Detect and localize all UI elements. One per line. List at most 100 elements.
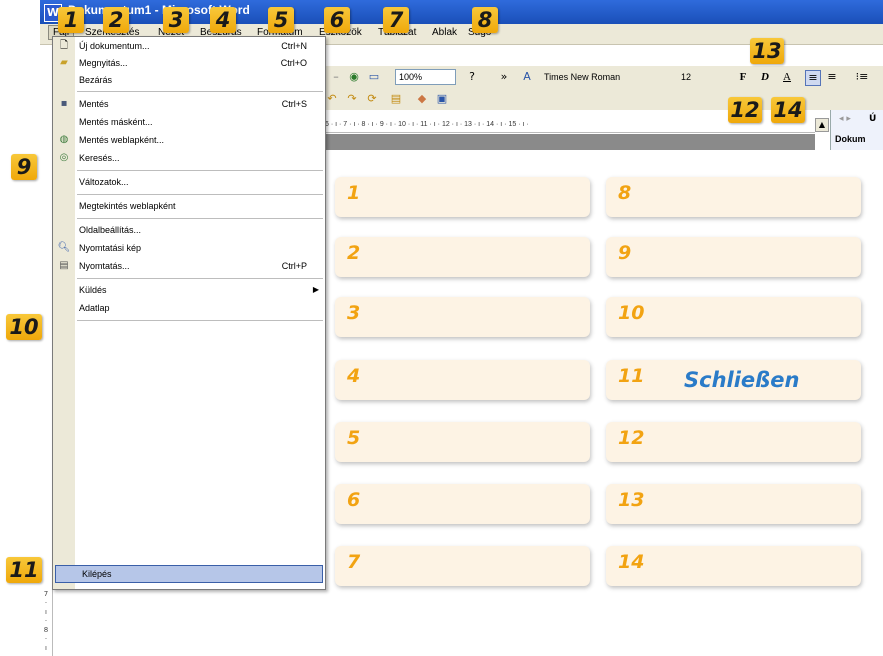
callout-tag-12: 12 <box>728 97 762 123</box>
answer-number: 2 <box>347 242 361 264</box>
menu-separator <box>77 194 323 195</box>
answer-box-3[interactable]: 3 <box>335 297 590 337</box>
font-select[interactable]: Times New Roman <box>540 69 673 85</box>
align-left-icon[interactable]: ≡ <box>805 70 821 86</box>
task-pane-title: Dokum <box>835 134 866 144</box>
menu-item-close[interactable]: Bezárás <box>79 73 112 87</box>
numbering-icon[interactable]: ⁝≡ <box>855 70 869 84</box>
answer-number: 11 <box>618 365 645 387</box>
menu-item-properties[interactable]: Adatlap <box>79 301 110 315</box>
search-files-icon: ◎ <box>59 152 69 163</box>
menu-item-print[interactable]: Nyomtatás... <box>79 259 130 273</box>
menu-item-versions[interactable]: Változatok... <box>79 175 129 189</box>
align-center-icon[interactable]: ≡ <box>825 70 839 84</box>
menu-separator <box>77 218 323 219</box>
scroll-up-icon[interactable]: ▲ <box>815 118 829 132</box>
menu-item-new[interactable]: Új dokumentum... <box>79 39 150 53</box>
task-pane: ◂ ▸ Ú Dokum <box>830 110 883 150</box>
save-web-icon: ◍ <box>59 134 69 145</box>
answer-number: 10 <box>618 302 645 324</box>
menu-separator <box>77 320 323 321</box>
print-preview-icon: 🔍︎ <box>57 242 71 253</box>
answer-text: Schließen <box>684 368 800 392</box>
shortcut-save: Ctrl+S <box>281 99 307 109</box>
styles-icon[interactable]: A <box>520 70 534 84</box>
drawing-tool-icon[interactable]: ◆ <box>415 92 429 106</box>
answer-number: 1 <box>347 182 361 204</box>
menu-item-search[interactable]: Keresés... <box>79 151 120 165</box>
undo-icon[interactable]: ↶ <box>325 92 339 106</box>
callout-tag-1: 1 <box>58 7 84 33</box>
answer-number: 14 <box>618 551 645 573</box>
menu-item-save-as[interactable]: Mentés másként... <box>79 115 153 129</box>
document-map-icon[interactable]: ▭ <box>367 70 381 84</box>
hyperlink-icon[interactable]: ⟳ <box>365 92 379 106</box>
submenu-arrow-icon: ▶ <box>312 285 319 294</box>
zoom-select[interactable]: 100% <box>395 69 456 85</box>
callout-tag-11: 11 <box>6 557 42 583</box>
answer-box-2[interactable]: 2 <box>335 237 590 277</box>
answer-box-10[interactable]: 10 <box>606 297 861 337</box>
answer-number: 8 <box>618 182 632 204</box>
callout-tag-8: 8 <box>472 7 498 33</box>
menu-item-exit[interactable]: Kilépés <box>55 565 323 583</box>
insert-picture-icon[interactable]: ▣ <box>435 92 449 106</box>
answer-box-14[interactable]: 14 <box>606 546 861 586</box>
callout-tag-14: 14 <box>771 97 805 123</box>
menu-separator <box>77 91 323 92</box>
answer-box-5[interactable]: 5 <box>335 422 590 462</box>
callout-tag-3: 3 <box>163 7 189 33</box>
answer-number: 7 <box>347 551 361 573</box>
answer-number: 5 <box>347 427 361 449</box>
table-icon[interactable]: ▤ <box>389 92 403 106</box>
answer-box-1[interactable]: 1 <box>335 177 590 217</box>
menu-item-save-as-web[interactable]: Mentés weblapként... <box>79 133 164 147</box>
underline-button[interactable]: A <box>779 69 795 85</box>
answer-number: 3 <box>347 302 361 324</box>
menu-item-open[interactable]: Megnyitás... <box>79 56 128 70</box>
callout-tag-10: 10 <box>6 314 42 340</box>
callout-tag-5: 5 <box>268 7 294 33</box>
shortcut-new: Ctrl+N <box>281 41 307 51</box>
callout-tag-4: 4 <box>210 7 236 33</box>
vertical-ruler: 7 · ı · 8 · ı <box>40 590 53 656</box>
answer-number: 4 <box>347 365 361 387</box>
answer-box-4[interactable]: 4 <box>335 360 590 400</box>
callout-tag-9: 9 <box>11 154 37 180</box>
callout-tag-7: 7 <box>383 7 409 33</box>
drawing-icon[interactable]: ◉ <box>347 70 361 84</box>
font-size-select[interactable]: 12 <box>677 69 716 85</box>
italic-button[interactable]: D <box>757 69 773 85</box>
answer-box-9[interactable]: 9 <box>606 237 861 277</box>
menu-item-web-preview[interactable]: Megtekintés weblapként <box>79 199 176 213</box>
help-icon[interactable]: ? <box>465 70 479 84</box>
answer-box-13[interactable]: 13 <box>606 484 861 524</box>
save-disk-icon: ▪ <box>60 98 68 109</box>
answer-number: 12 <box>618 427 645 449</box>
more-buttons-icon[interactable]: » <box>497 70 511 84</box>
answer-box-12[interactable]: 12 <box>606 422 861 462</box>
menu-icon-gutter <box>53 37 75 589</box>
answer-box-8[interactable]: 8 <box>606 177 861 217</box>
answer-box-11[interactable]: 11 Schließen <box>606 360 861 400</box>
printer-icon: ▤ <box>59 260 69 271</box>
open-folder-icon: ▰ <box>60 57 68 68</box>
answer-number: 13 <box>618 489 645 511</box>
task-pane-heading: Ú <box>869 114 877 124</box>
answer-number: 6 <box>347 489 361 511</box>
callout-tag-13: 13 <box>750 38 784 64</box>
task-pane-nav-icon[interactable]: ◂ ▸ <box>839 114 851 124</box>
answer-number: 9 <box>618 242 632 264</box>
separator-icon: – <box>333 70 339 83</box>
menu-item-save[interactable]: Mentés <box>79 97 109 111</box>
menu-item-send[interactable]: Küldés <box>79 283 107 297</box>
callout-tag-6: 6 <box>324 7 350 33</box>
menu-item-print-preview[interactable]: Nyomtatási kép <box>79 241 141 255</box>
redo-icon[interactable]: ↷ <box>345 92 359 106</box>
answer-box-6[interactable]: 6 <box>335 484 590 524</box>
menu-item-page-setup[interactable]: Oldalbeállítás... <box>79 223 141 237</box>
bold-button[interactable]: F <box>735 69 751 85</box>
menu-window[interactable]: Ablak <box>432 27 457 38</box>
answer-box-7[interactable]: 7 <box>335 546 590 586</box>
callout-tag-2: 2 <box>103 7 129 33</box>
